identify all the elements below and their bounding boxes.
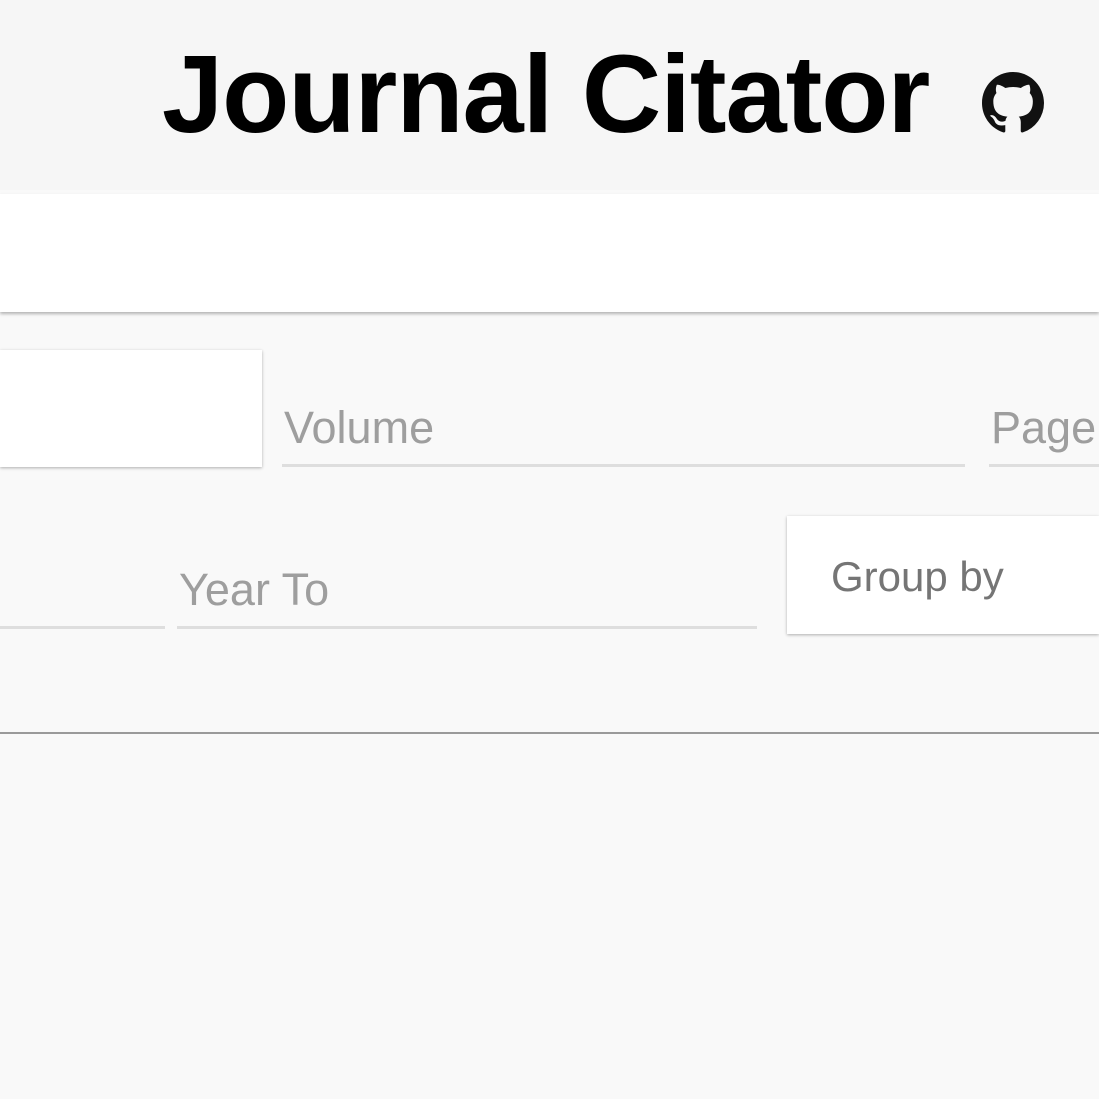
app-page: Journal Citator Volume Page Year To Grou…: [0, 0, 1099, 1099]
year-to-field[interactable]: Year To: [177, 562, 757, 629]
page-placeholder: Page: [991, 402, 1097, 453]
search-input[interactable]: [0, 194, 1099, 312]
journal-select[interactable]: [0, 350, 262, 467]
page-field[interactable]: Page: [989, 400, 1099, 467]
divider: [0, 732, 1099, 734]
group-by-select[interactable]: Group by: [787, 516, 1099, 634]
year-to-placeholder: Year To: [179, 564, 330, 615]
year-from-field[interactable]: [0, 562, 165, 629]
github-icon[interactable]: [982, 72, 1044, 134]
app-header: Journal Citator: [0, 0, 1099, 190]
group-by-label: Group by: [831, 553, 1004, 600]
volume-field[interactable]: Volume: [282, 400, 965, 467]
page-title: Journal Citator: [162, 33, 930, 156]
volume-placeholder: Volume: [284, 402, 435, 453]
